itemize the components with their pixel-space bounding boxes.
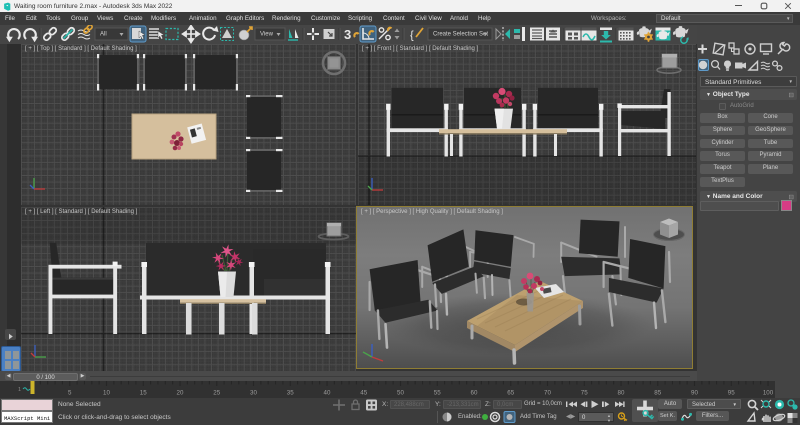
svg-text:40: 40 bbox=[324, 390, 331, 397]
svg-text:View: View bbox=[260, 32, 274, 38]
svg-text:15: 15 bbox=[140, 390, 147, 397]
svg-text:60: 60 bbox=[471, 390, 478, 397]
svg-text:20: 20 bbox=[177, 390, 184, 397]
svg-text:90: 90 bbox=[691, 390, 698, 397]
svg-text:{: { bbox=[410, 30, 414, 42]
svg-text:50: 50 bbox=[397, 390, 404, 397]
svg-text:75: 75 bbox=[581, 390, 588, 397]
svg-text:25: 25 bbox=[213, 390, 220, 397]
svg-text:80: 80 bbox=[618, 390, 625, 397]
svg-text:70: 70 bbox=[544, 390, 551, 397]
svg-text:30: 30 bbox=[250, 390, 257, 397]
svg-text:100: 100 bbox=[763, 390, 774, 397]
svg-text:55: 55 bbox=[434, 390, 441, 397]
svg-text:65: 65 bbox=[507, 390, 514, 397]
svg-text:5: 5 bbox=[68, 390, 72, 397]
svg-text:3: 3 bbox=[344, 27, 351, 42]
svg-text:Create Selection Set: Create Selection Set bbox=[433, 32, 488, 38]
svg-text:All: All bbox=[100, 32, 107, 38]
svg-text:95: 95 bbox=[728, 390, 735, 397]
svg-text:85: 85 bbox=[654, 390, 661, 397]
svg-text:45: 45 bbox=[360, 390, 367, 397]
svg-text:35: 35 bbox=[287, 390, 294, 397]
svg-text:1: 1 bbox=[18, 387, 21, 393]
svg-text:10: 10 bbox=[103, 390, 110, 397]
